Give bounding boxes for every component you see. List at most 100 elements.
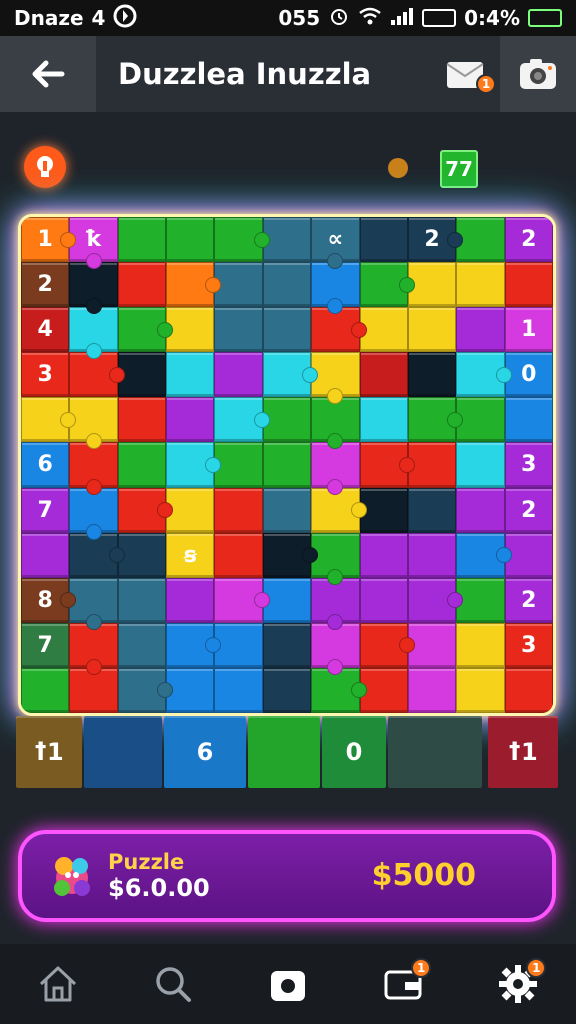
puzzle-piece[interactable] — [69, 397, 118, 450]
puzzle-piece[interactable] — [21, 532, 70, 578]
nav-camera[interactable] — [248, 944, 328, 1024]
puzzle-piece[interactable] — [359, 397, 408, 443]
puzzle-piece[interactable] — [117, 262, 167, 308]
puzzle-piece[interactable] — [504, 262, 553, 308]
puzzle-piece[interactable] — [117, 487, 174, 533]
puzzle-piece[interactable] — [262, 307, 312, 353]
puzzle-piece[interactable] — [214, 262, 263, 308]
puzzle-piece[interactable] — [456, 397, 505, 443]
puzzle-piece[interactable] — [117, 577, 167, 623]
puzzle-piece[interactable]: 0 — [504, 352, 553, 398]
puzzle-piece[interactable] — [117, 442, 167, 488]
puzzle-piece[interactable] — [21, 667, 70, 713]
puzzle-piece[interactable] — [166, 487, 215, 533]
puzzle-piece[interactable] — [262, 622, 312, 668]
puzzle-piece[interactable] — [504, 667, 553, 713]
puzzle-piece[interactable] — [214, 532, 263, 578]
puzzle-piece[interactable]: 2 — [504, 487, 553, 533]
puzzle-piece[interactable] — [311, 532, 360, 585]
puzzle-piece[interactable] — [311, 397, 360, 450]
nav-settings[interactable]: 1 — [478, 944, 558, 1024]
puzzle-piece[interactable] — [407, 307, 457, 353]
puzzle-piece[interactable] — [407, 262, 457, 308]
puzzle-piece[interactable] — [69, 577, 118, 630]
puzzle-piece[interactable] — [456, 577, 505, 623]
puzzle-piece[interactable] — [262, 262, 312, 308]
puzzle-piece[interactable] — [69, 442, 118, 495]
puzzle-piece[interactable] — [214, 577, 270, 623]
puzzle-piece[interactable]: 2 — [21, 262, 70, 308]
puzzle-piece[interactable] — [166, 577, 215, 623]
puzzle-piece[interactable] — [359, 307, 408, 353]
nav-home[interactable] — [18, 944, 98, 1024]
puzzle-piece[interactable]: 8 — [21, 577, 77, 623]
puzzle-piece[interactable] — [456, 487, 505, 533]
puzzle-piece[interactable] — [311, 442, 360, 495]
puzzle-piece[interactable]: 7 — [21, 622, 70, 668]
puzzle-piece[interactable] — [214, 667, 263, 713]
puzzle-piece[interactable] — [359, 532, 408, 578]
puzzle-piece[interactable]: 3 — [21, 352, 70, 398]
tray-piece[interactable] — [388, 716, 482, 788]
puzzle-piece[interactable]: 7 — [21, 487, 70, 533]
puzzle-piece[interactable] — [359, 442, 415, 488]
puzzle-piece[interactable] — [504, 532, 553, 578]
puzzle-piece[interactable] — [262, 397, 312, 443]
puzzle-piece[interactable] — [214, 622, 263, 668]
puzzle-piece[interactable]: 2 — [504, 217, 553, 263]
tray-piece[interactable] — [84, 716, 162, 788]
puzzle-piece[interactable] — [456, 352, 512, 398]
puzzle-piece[interactable] — [407, 532, 457, 578]
puzzle-piece[interactable] — [359, 217, 408, 263]
puzzle-piece[interactable] — [214, 217, 270, 263]
puzzle-piece[interactable]: 4 — [21, 307, 70, 353]
puzzle-piece[interactable] — [117, 352, 167, 398]
puzzle-piece[interactable] — [214, 307, 263, 353]
puzzle-piece[interactable] — [117, 532, 167, 578]
tray-piece[interactable]: 0 — [322, 716, 386, 788]
puzzle-piece[interactable]: ꞩ — [166, 532, 215, 578]
camera-button[interactable] — [500, 36, 576, 112]
puzzle-piece[interactable] — [214, 397, 270, 443]
puzzle-piece[interactable] — [407, 442, 457, 488]
puzzle-piece[interactable] — [214, 442, 263, 488]
puzzle-piece[interactable]: ꝁ — [69, 217, 118, 270]
mail-button[interactable]: 1 — [430, 36, 500, 112]
puzzle-piece[interactable] — [456, 532, 512, 578]
puzzle-piece[interactable] — [166, 622, 222, 668]
puzzle-piece[interactable] — [456, 442, 505, 488]
puzzle-piece[interactable] — [456, 622, 505, 668]
puzzle-piece[interactable]: 6 — [21, 442, 70, 488]
puzzle-piece[interactable] — [214, 487, 263, 533]
puzzle-piece[interactable]: 1 — [504, 307, 553, 353]
puzzle-piece[interactable] — [359, 487, 408, 533]
puzzle-piece[interactable] — [166, 667, 215, 713]
puzzle-piece[interactable] — [69, 352, 125, 398]
puzzle-piece[interactable] — [456, 262, 505, 308]
puzzle-piece[interactable] — [407, 622, 457, 668]
puzzle-piece[interactable] — [262, 442, 312, 488]
puzzle-piece[interactable] — [504, 397, 553, 443]
back-button[interactable] — [0, 36, 96, 112]
puzzle-piece[interactable] — [21, 397, 77, 443]
puzzle-piece[interactable] — [166, 352, 215, 398]
puzzle-piece[interactable] — [407, 487, 457, 533]
puzzle-piece[interactable] — [456, 667, 505, 713]
nav-search[interactable] — [133, 944, 213, 1024]
puzzle-piece[interactable]: 3 — [504, 442, 553, 488]
puzzle-piece[interactable] — [359, 577, 408, 623]
puzzle-piece[interactable] — [359, 667, 408, 713]
tray-piece[interactable]: ꝉ1 — [488, 716, 558, 788]
tray-piece[interactable] — [248, 716, 320, 788]
nav-wallet[interactable]: 1 — [363, 944, 443, 1024]
puzzle-piece[interactable] — [262, 487, 312, 533]
puzzle-piece[interactable] — [407, 352, 457, 398]
puzzle-piece[interactable] — [166, 217, 215, 263]
puzzle-piece[interactable] — [117, 217, 167, 263]
puzzle-piece[interactable] — [166, 397, 215, 443]
tray-piece[interactable]: 6 — [164, 716, 246, 788]
puzzle-piece[interactable] — [214, 352, 263, 398]
puzzle-piece[interactable] — [166, 442, 222, 488]
puzzle-piece[interactable] — [311, 352, 360, 405]
puzzle-piece[interactable] — [166, 307, 215, 353]
